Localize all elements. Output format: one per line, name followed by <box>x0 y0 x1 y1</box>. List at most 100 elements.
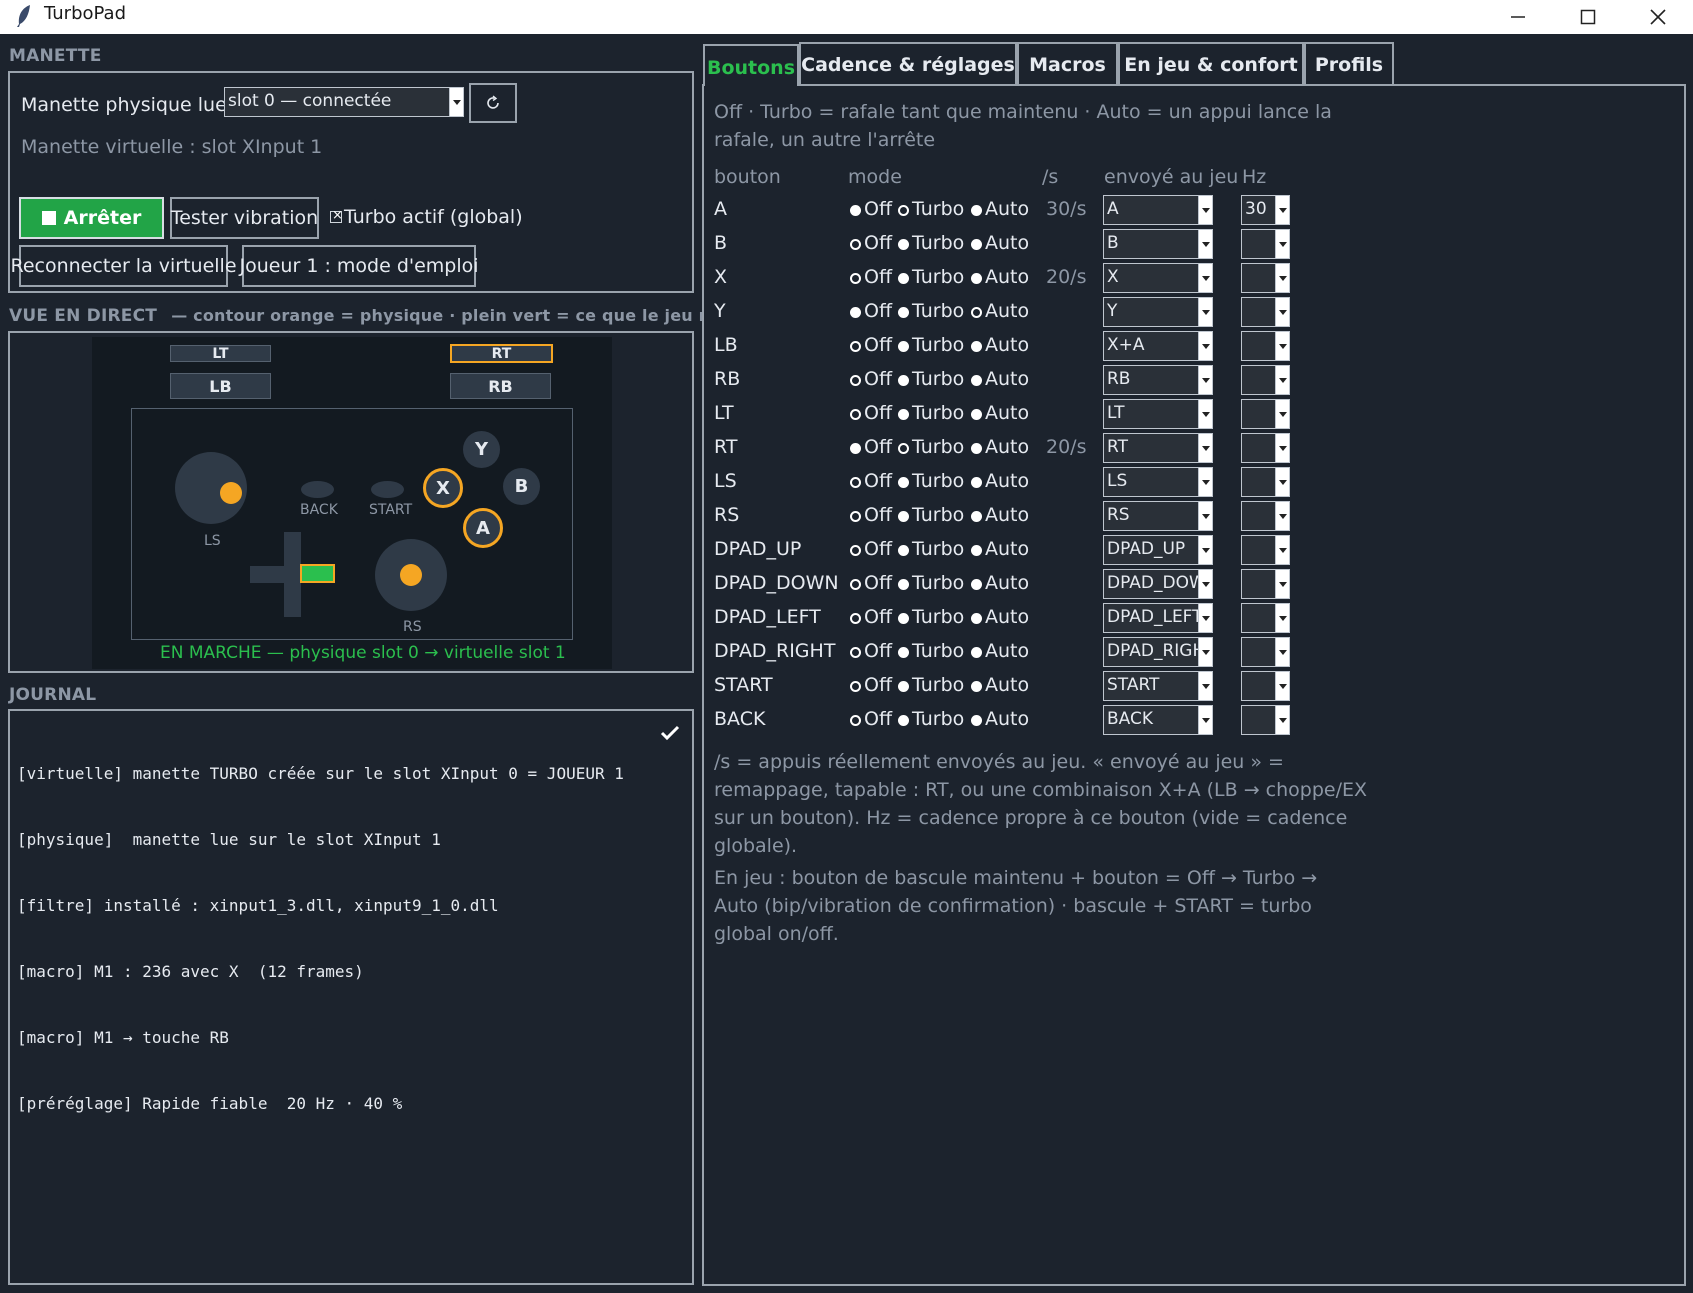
radio-off-back[interactable] <box>850 715 861 726</box>
radio-auto-rt[interactable] <box>971 443 982 454</box>
sent-select-dpad-right[interactable]: DPAD_RIGH <box>1103 637 1213 667</box>
radio-turbo-a[interactable] <box>898 205 909 216</box>
sent-select-rb[interactable]: RB <box>1103 365 1213 395</box>
row-label-dpad-up: DPAD_UP <box>714 538 802 560</box>
sent-select-rs[interactable]: RS <box>1103 501 1213 531</box>
radio-turbo-b[interactable] <box>898 239 909 250</box>
radio-off-rb[interactable] <box>850 375 861 386</box>
sent-select-lt[interactable]: LT <box>1103 399 1213 429</box>
radio-off-lb[interactable] <box>850 341 861 352</box>
hz-select-dpad-down[interactable] <box>1241 569 1290 599</box>
radio-auto-lt[interactable] <box>971 409 982 420</box>
tab-macros[interactable]: Macros <box>1017 42 1118 86</box>
reconnect-virtual-button[interactable]: Reconnecter la virtuelle <box>10 245 237 287</box>
hz-select-rt[interactable] <box>1241 433 1290 463</box>
minimize-button[interactable] <box>1483 0 1553 34</box>
radio-turbo-start[interactable] <box>898 681 909 692</box>
radio-turbo-ls[interactable] <box>898 477 909 488</box>
hz-select-lb[interactable] <box>1241 331 1290 361</box>
sent-select-dpad-left[interactable]: DPAD_LEFT <box>1103 603 1213 633</box>
radio-turbo-x[interactable] <box>898 273 909 284</box>
radio-turbo-rt[interactable] <box>898 443 909 454</box>
radio-off-start[interactable] <box>850 681 861 692</box>
hz-select-back[interactable] <box>1241 705 1290 735</box>
radio-auto-back[interactable] <box>971 715 982 726</box>
radio-turbo-back[interactable] <box>898 715 909 726</box>
sent-select-y[interactable]: Y <box>1103 297 1213 327</box>
sent-select-lb[interactable]: X+A <box>1103 331 1213 361</box>
radio-auto-lb[interactable] <box>971 341 982 352</box>
radio-off-dpad-left[interactable] <box>850 613 861 624</box>
hz-select-rs[interactable] <box>1241 501 1290 531</box>
radio-turbo-lt[interactable] <box>898 409 909 420</box>
sent-select-start[interactable]: START <box>1103 671 1213 701</box>
radio-turbo-y[interactable] <box>898 307 909 318</box>
hz-select-b[interactable] <box>1241 229 1290 259</box>
sent-select-ls[interactable]: LS <box>1103 467 1213 497</box>
radio-off-ls[interactable] <box>850 477 861 488</box>
radio-off-lt[interactable] <box>850 409 861 420</box>
radio-auto-x[interactable] <box>971 273 982 284</box>
chevron-down-icon <box>1275 672 1289 700</box>
radio-off-a[interactable] <box>850 205 861 216</box>
hz-select-ls[interactable] <box>1241 467 1290 497</box>
hz-select-y[interactable] <box>1241 297 1290 327</box>
radio-off-dpad-down[interactable] <box>850 579 861 590</box>
hz-select-dpad-left[interactable] <box>1241 603 1290 633</box>
hz-select-dpad-up[interactable] <box>1241 535 1290 565</box>
chevron-down-icon <box>1198 434 1212 462</box>
radio-off-y[interactable] <box>850 307 861 318</box>
sent-select-x[interactable]: X <box>1103 263 1213 293</box>
radio-off-x[interactable] <box>850 273 861 284</box>
radio-turbo-rs[interactable] <box>898 511 909 522</box>
radio-auto-ls[interactable] <box>971 477 982 488</box>
stop-button[interactable]: Arrêter <box>19 197 164 239</box>
radio-auto-dpad-up[interactable] <box>971 545 982 556</box>
sent-select-back[interactable]: BACK <box>1103 705 1213 735</box>
radio-auto-b[interactable] <box>971 239 982 250</box>
hz-select-rb[interactable] <box>1241 365 1290 395</box>
refresh-button[interactable] <box>469 83 517 123</box>
close-button[interactable] <box>1623 0 1693 34</box>
sent-select-a[interactable]: A <box>1103 195 1213 225</box>
tab-cadence-reglages[interactable]: Cadence & réglages <box>799 42 1017 86</box>
radio-auto-rs[interactable] <box>971 511 982 522</box>
tab-profils[interactable]: Profils <box>1304 42 1394 86</box>
turbo-global-checkbox[interactable] <box>330 208 343 223</box>
hz-select-lt[interactable] <box>1241 399 1290 429</box>
radio-turbo-dpad-right[interactable] <box>898 647 909 658</box>
radio-off-dpad-right[interactable] <box>850 647 861 658</box>
remap-note-line: sur un bouton). Hz = cadence propre à ce… <box>714 807 1348 829</box>
radio-auto-start[interactable] <box>971 681 982 692</box>
sent-select-dpad-down[interactable]: DPAD_DOW <box>1103 569 1213 599</box>
physical-controller-select[interactable]: slot 0 — connectée <box>224 87 464 117</box>
tab-en-jeu-confort[interactable]: En jeu & confort <box>1118 42 1304 86</box>
radio-turbo-lb[interactable] <box>898 341 909 352</box>
radio-auto-dpad-down[interactable] <box>971 579 982 590</box>
radio-auto-y[interactable] <box>971 307 982 318</box>
maximize-button[interactable] <box>1553 0 1623 34</box>
help-button[interactable]: Joueur 1 : mode d'emploi <box>239 245 479 287</box>
hz-select-a[interactable]: 30 <box>1241 195 1290 225</box>
journal-panel[interactable]: [virtuelle] manette TURBO créée sur le s… <box>8 709 694 1285</box>
hz-select-start[interactable] <box>1241 671 1290 701</box>
sent-select-b[interactable]: B <box>1103 229 1213 259</box>
radio-off-b[interactable] <box>850 239 861 250</box>
radio-turbo-dpad-up[interactable] <box>898 545 909 556</box>
sent-select-dpad-up[interactable]: DPAD_UP <box>1103 535 1213 565</box>
test-vibration-button[interactable]: Tester vibration <box>170 197 319 239</box>
sent-select-rt[interactable]: RT <box>1103 433 1213 463</box>
remap-note-line: /s = appuis réellement envoyés au jeu. «… <box>714 751 1284 773</box>
radio-auto-dpad-right[interactable] <box>971 647 982 658</box>
radio-turbo-dpad-left[interactable] <box>898 613 909 624</box>
radio-auto-dpad-left[interactable] <box>971 613 982 624</box>
hz-select-x[interactable] <box>1241 263 1290 293</box>
radio-turbo-dpad-down[interactable] <box>898 579 909 590</box>
radio-auto-rb[interactable] <box>971 375 982 386</box>
radio-turbo-rb[interactable] <box>898 375 909 386</box>
radio-off-rt[interactable] <box>850 443 861 454</box>
radio-auto-a[interactable] <box>971 205 982 216</box>
radio-off-rs[interactable] <box>850 511 861 522</box>
radio-off-dpad-up[interactable] <box>850 545 861 556</box>
hz-select-dpad-right[interactable] <box>1241 637 1290 667</box>
